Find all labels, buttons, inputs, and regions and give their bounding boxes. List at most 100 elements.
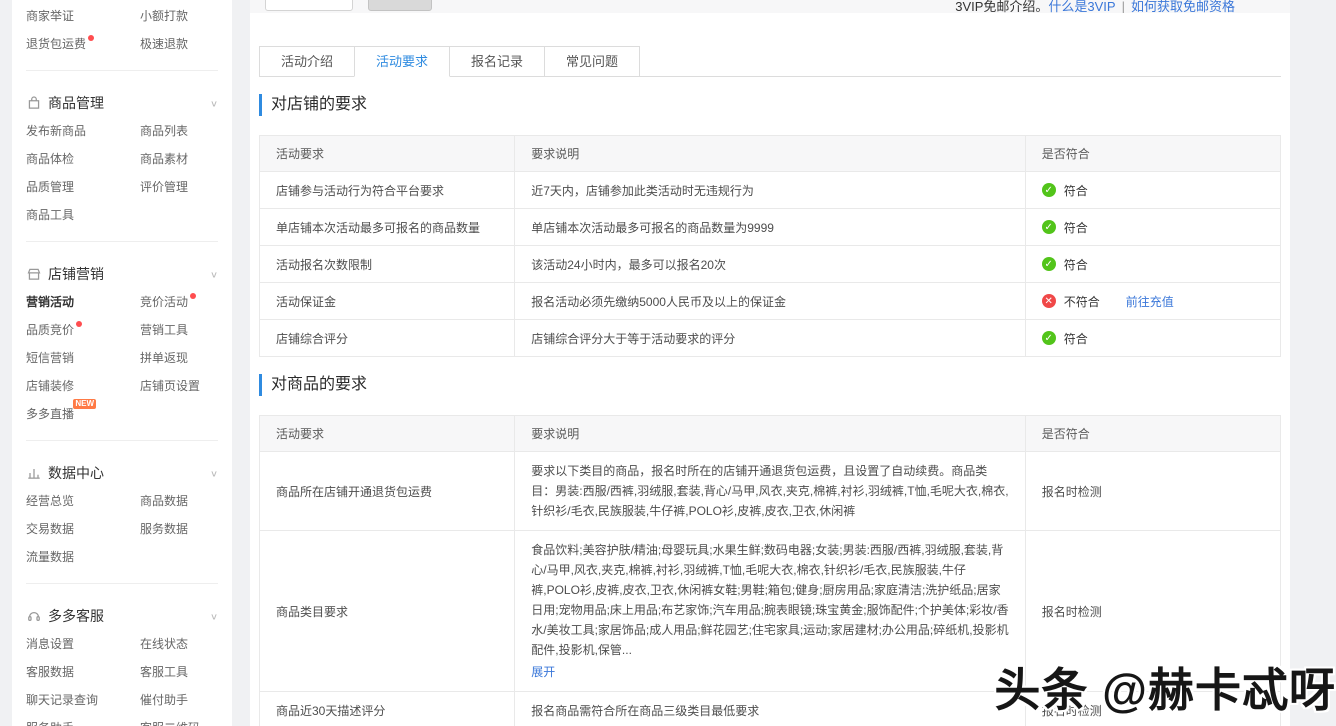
search-button[interactable] <box>368 0 432 11</box>
expand-link[interactable]: 展开 <box>531 662 555 682</box>
table-row: 活动保证金 报名活动必须先缴纳5000人民币及以上的保证金 ✕不符合前往充值 <box>260 283 1281 320</box>
sidebar-item-label: 小额打款 <box>140 9 188 23</box>
top-notice-bar: 3VIP免邮介绍。什么是3VIP|如何获取免邮资格 <box>250 0 1290 13</box>
sidebar-item-fast-refund[interactable]: 极速退款 <box>140 30 196 58</box>
search-input[interactable] <box>265 0 353 11</box>
sidebar-item-service-qrcode[interactable]: 客服二维码 <box>140 714 208 726</box>
sidebar-item-label: 商品数据 <box>140 494 188 508</box>
requirement-cell: 商品类目要求 <box>260 531 515 692</box>
sidebar-group-goods: 商品管理 ∨ 发布新商品 商品列表 商品体检 商品素材 品质管理 评价管理 商品… <box>12 77 232 235</box>
sidebar-item-goods-check[interactable]: 商品体检 <box>26 145 82 173</box>
description-cell: 该活动24小时内，最多可以报名20次 <box>515 246 1026 283</box>
shop-icon <box>26 266 42 282</box>
sidebar-item-quality-bidding[interactable]: 品质竞价 <box>26 316 82 344</box>
sidebar-item-duoduo-live[interactable]: 多多直播NEW <box>26 400 82 428</box>
sidebar-group-service: 多多客服 ∨ 消息设置 在线状态 客服数据 客服工具 聊天记录查询 催付助手 服… <box>12 590 232 726</box>
requirement-cell: 活动保证金 <box>260 283 515 320</box>
sidebar-item-online-status[interactable]: 在线状态 <box>140 630 196 658</box>
sidebar-item-label: 极速退款 <box>140 37 188 51</box>
go-recharge-link[interactable]: 前往充值 <box>1126 293 1174 310</box>
chevron-down-icon: ∨ <box>210 269 218 279</box>
sidebar-item-label: 短信营销 <box>26 351 74 365</box>
how-get-free-shipping-link[interactable]: 如何获取免邮资格 <box>1131 0 1235 13</box>
sidebar-item-service-assistant[interactable]: 服务助手 <box>26 714 82 726</box>
sidebar-item-publish-goods[interactable]: 发布新商品 <box>26 117 94 145</box>
sidebar-section-shop-marketing[interactable]: 店铺营销 ∨ <box>26 260 218 288</box>
sidebar-item-label: 服务数据 <box>140 522 188 536</box>
description-cell: 食品饮料;美容护肤/精油;母婴玩具;水果生鲜;数码电器;女装;男装:西服/西裤,… <box>515 531 1026 692</box>
sidebar-item-trade-data[interactable]: 交易数据 <box>26 515 82 543</box>
bag-icon <box>26 95 42 111</box>
sidebar-item-marketing-tools[interactable]: 营销工具 <box>140 316 196 344</box>
sidebar-item-shop-page-settings[interactable]: 店铺页设置 <box>140 372 208 400</box>
sidebar-item-label: 商品体检 <box>26 152 74 166</box>
chevron-down-icon: ∨ <box>210 468 218 478</box>
check-circle-icon: ✓ <box>1042 257 1056 271</box>
check-circle-icon: ✓ <box>1042 183 1056 197</box>
sidebar-item-label: 营销工具 <box>140 323 188 337</box>
sidebar-item-service-tools[interactable]: 客服工具 <box>140 658 196 686</box>
sidebar-section-title: 数据中心 <box>48 463 104 483</box>
sidebar-item-label: 店铺页设置 <box>140 379 200 393</box>
sidebar-item-goods-list[interactable]: 商品列表 <box>140 117 196 145</box>
table-row: 店铺参与活动行为符合平台要求 近7天内，店铺参加此类活动时无违规行为 ✓符合 <box>260 172 1281 209</box>
sidebar-group-aftersale: 商家举证 小额打款 退货包运费 极速退款 <box>12 0 232 64</box>
description-cell: 报名活动必须先缴纳5000人民币及以上的保证金 <box>515 283 1026 320</box>
sidebar-item-quality-management[interactable]: 品质管理 <box>26 173 82 201</box>
sidebar-item-goods-data[interactable]: 商品数据 <box>140 487 196 515</box>
sidebar-section-data-center[interactable]: 数据中心 ∨ <box>26 459 218 487</box>
sidebar-item-label: 在线状态 <box>140 637 188 651</box>
sidebar-item-chat-history[interactable]: 聊天记录查询 <box>26 686 106 714</box>
sidebar-item-small-payment[interactable]: 小额打款 <box>140 2 196 30</box>
sidebar-item-label: 品质管理 <box>26 180 74 194</box>
sidebar-item-label: 服务助手 <box>26 721 74 726</box>
sidebar-item-message-settings[interactable]: 消息设置 <box>26 630 82 658</box>
tab-signup-records[interactable]: 报名记录 <box>449 46 545 77</box>
sidebar-group-data: 数据中心 ∨ 经营总览 商品数据 交易数据 服务数据 流量数据 <box>12 447 232 577</box>
sidebar-item-traffic-data[interactable]: 流量数据 <box>26 543 82 571</box>
requirement-cell: 商品近30天描述评分 <box>260 692 515 726</box>
sidebar-item-sms-marketing[interactable]: 短信营销 <box>26 344 82 372</box>
link-separator: | <box>1122 0 1125 13</box>
sidebar-item-label: 竞价活动 <box>140 295 188 309</box>
sidebar-section-customer-service[interactable]: 多多客服 ∨ <box>26 602 218 630</box>
sidebar-section-goods-management[interactable]: 商品管理 ∨ <box>26 89 218 117</box>
sidebar-item-bidding-activity[interactable]: 竞价活动 <box>140 288 196 316</box>
sidebar-item-merchant-proof[interactable]: 商家举证 <box>26 2 82 30</box>
sidebar-section-title: 商品管理 <box>48 93 104 113</box>
notification-dot <box>190 293 196 299</box>
sidebar-item-goods-material[interactable]: 商品素材 <box>140 145 196 173</box>
what-is-3vip-link[interactable]: 什么是3VIP <box>1048 0 1115 13</box>
sidebar-item-label: 发布新商品 <box>26 124 86 138</box>
sidebar-item-shop-decoration[interactable]: 店铺装修 <box>26 372 82 400</box>
sidebar-item-label: 拼单返现 <box>140 351 188 365</box>
headset-icon <box>26 608 42 624</box>
sidebar-item-label: 评价管理 <box>140 180 188 194</box>
sidebar-item-label: 退货包运费 <box>26 37 86 51</box>
tab-activity-requirements[interactable]: 活动要求 <box>354 46 450 77</box>
tab-activity-intro[interactable]: 活动介绍 <box>259 46 355 77</box>
status-badge: 符合 <box>1064 330 1088 347</box>
new-badge: NEW <box>73 399 96 409</box>
divider <box>26 241 218 242</box>
tab-faq[interactable]: 常见问题 <box>544 46 640 77</box>
sidebar-item-payment-reminder[interactable]: 催付助手 <box>140 686 196 714</box>
sidebar-item-business-overview[interactable]: 经营总览 <box>26 487 82 515</box>
sidebar-item-group-cashback[interactable]: 拼单返现 <box>140 344 196 372</box>
requirement-cell: 单店铺本次活动最多可报名的商品数量 <box>260 209 515 246</box>
sidebar-item-service-data[interactable]: 服务数据 <box>140 515 196 543</box>
sidebar-item-review-management[interactable]: 评价管理 <box>140 173 196 201</box>
table-row: 商品所在店铺开通退货包运费 要求以下类目的商品，报名时所在的店铺开通退货包运费，… <box>260 452 1281 531</box>
sidebar-item-service-stats[interactable]: 客服数据 <box>26 658 82 686</box>
sidebar-item-goods-tools[interactable]: 商品工具 <box>26 201 82 229</box>
sidebar-item-return-freight[interactable]: 退货包运费 <box>26 30 94 58</box>
sidebar-item-marketing-activity[interactable]: 营销活动 <box>26 288 82 316</box>
sidebar-item-label: 消息设置 <box>26 637 74 651</box>
activity-tabs: 活动介绍活动要求报名记录常见问题 <box>259 46 1281 77</box>
status-badge: 符合 <box>1064 219 1088 236</box>
description-cell: 店铺综合评分大于等于活动要求的评分 <box>515 320 1026 357</box>
status-cell: ✓符合 <box>1025 246 1280 283</box>
cross-circle-icon: ✕ <box>1042 294 1056 308</box>
sidebar-item-label: 客服数据 <box>26 665 74 679</box>
description-cell: 近7天内，店铺参加此类活动时无违规行为 <box>515 172 1026 209</box>
